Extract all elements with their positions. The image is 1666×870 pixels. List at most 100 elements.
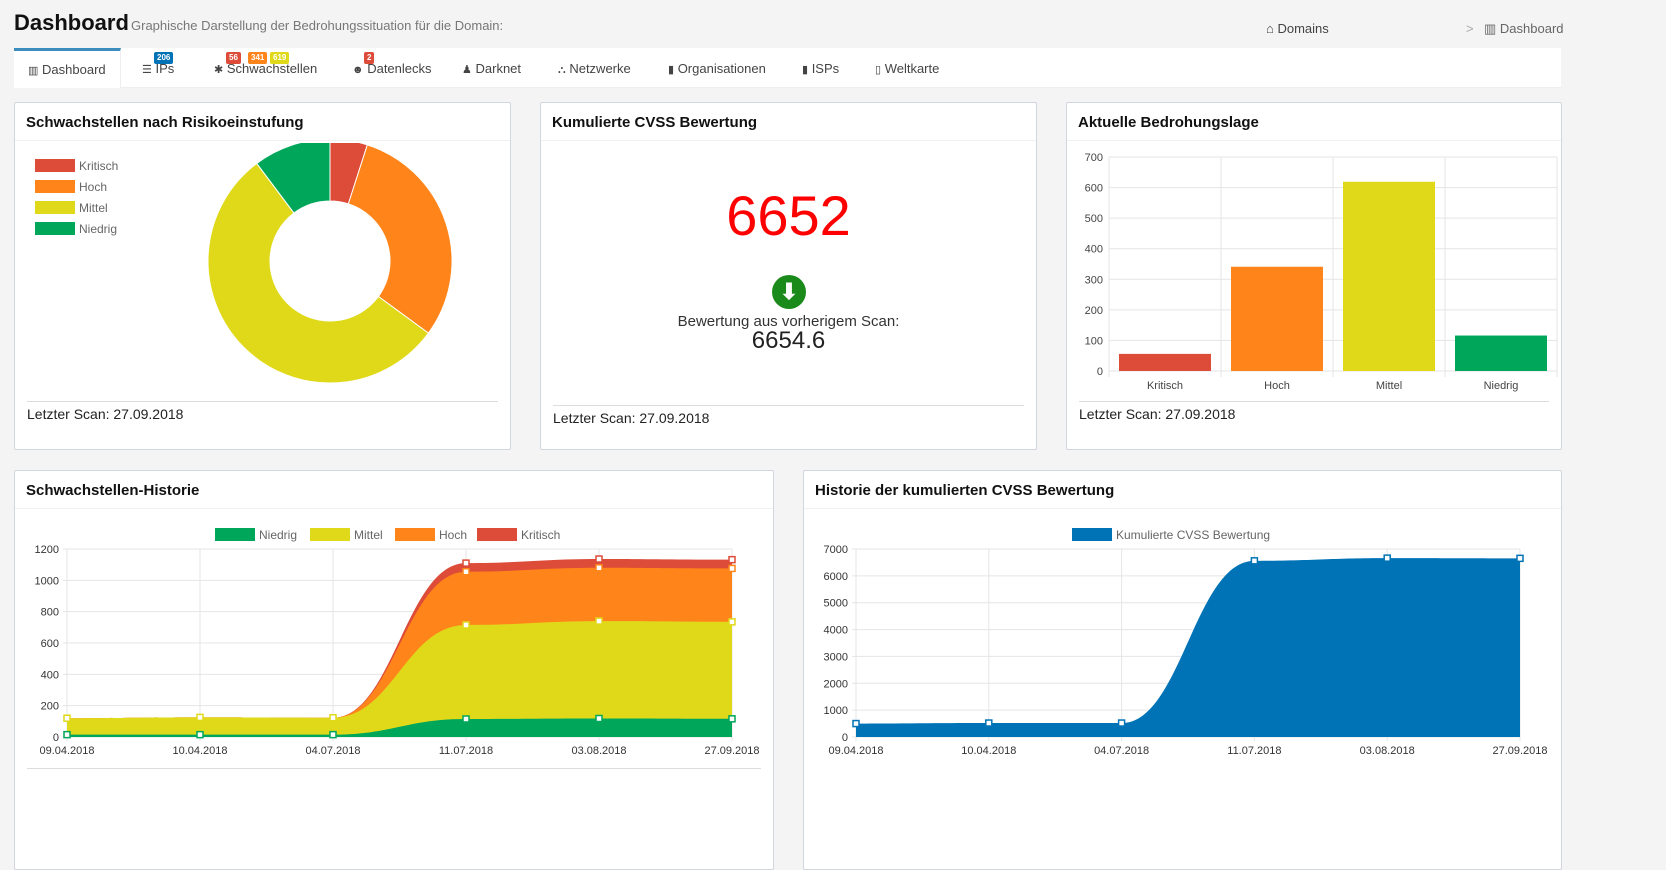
tab-weltkarte[interactable]: ▯ Weltkarte [867, 48, 947, 88]
cvss-score: 6652 [726, 184, 851, 247]
data-point [63, 730, 71, 739]
threat-panel: Aktuelle Bedrohungslage 0 100 200 300 400 500… [1066, 102, 1562, 450]
tab-netzwerke[interactable]: ⛬ Netzwerke [550, 48, 639, 88]
data-point [852, 719, 860, 728]
tab-darknet[interactable]: ♟ Darknet [454, 48, 529, 88]
breadcrumb-home-label: Domains [1277, 21, 1329, 36]
x-tick: 03.08.2018 [1360, 745, 1415, 757]
server-icon: ☰ [142, 64, 152, 76]
data-point [462, 715, 470, 723]
y-tick: 1000 [35, 575, 59, 587]
tab-schwachstellen[interactable]: ✱ Schwachstellen 56 341 619 [206, 48, 325, 88]
x-tick: 03.08.2018 [571, 745, 626, 757]
user-secret-icon: ♟ [462, 64, 472, 76]
y-tick: 200 [41, 701, 59, 713]
breadcrumb-separator: > [1466, 21, 1474, 36]
data-point [595, 555, 603, 563]
x-tick: 10.04.2018 [961, 745, 1016, 757]
bar-hoch [1231, 266, 1323, 371]
page-title: Dashboard [14, 10, 129, 35]
tab-label: Weltkarte [884, 61, 940, 76]
data-point [985, 719, 993, 727]
home-icon: ⌂ [1266, 21, 1274, 36]
threat-panel-title: Aktuelle Bedrohungslage [1067, 103, 1561, 141]
data-point [462, 621, 470, 629]
tab-dashboard[interactable]: ▥ Dashboard [14, 48, 121, 88]
count-badge: 2 [364, 52, 375, 64]
legend-swatch [35, 222, 75, 235]
arrow-down-icon: ⬇ [772, 275, 806, 309]
legend-label: Niedrig [259, 528, 297, 542]
data-point [63, 714, 71, 722]
x-tick: 09.04.2018 [828, 745, 883, 757]
building-icon: ▮ [668, 64, 675, 76]
previous-score: 6654.6 [751, 327, 826, 354]
data-point [196, 730, 204, 739]
legend-label: Kritisch [79, 159, 118, 173]
tab-isps[interactable]: ▮ ISPs [794, 48, 847, 88]
cvss-history-panel-title: Historie der kumulierten CVSS Bewertung [804, 471, 1561, 509]
breadcrumb-current: ▥ Dashboard [1484, 21, 1564, 37]
legend-label: Hoch [79, 180, 107, 194]
legend-label: Kumulierte CVSS Bewertung [1116, 528, 1270, 542]
risk-panel: Schwachstellen nach Risikoeinstufung Kri… [14, 102, 511, 450]
cvss-history-panel: Historie der kumulierten CVSS Bewertung … [803, 470, 1562, 870]
y-tick: 800 [41, 607, 59, 619]
count-badge: 206 [154, 52, 174, 64]
y-tick: 500 [1085, 213, 1103, 225]
y-tick: 600 [41, 638, 59, 650]
risk-panel-footer: Letzter Scan: 27.09.2018 [27, 401, 498, 422]
tab-organisationen[interactable]: ▮ Organisationen [660, 48, 774, 88]
x-tick: 27.09.2018 [704, 745, 759, 757]
tab-datenlecks[interactable]: ☻ Datenlecks 2 [344, 48, 440, 88]
data-point [728, 715, 736, 723]
data-point [329, 730, 337, 739]
x-tick: 27.09.2018 [1492, 745, 1547, 757]
page-subtitle: Graphische Darstellung der Bedrohungssit… [131, 18, 504, 33]
legend-swatch [215, 528, 255, 541]
legend-swatch [35, 159, 75, 172]
x-tick: Hoch [1264, 380, 1290, 392]
breadcrumb-home[interactable]: ⌂ Domains [1266, 21, 1329, 36]
x-tick: 04.07.2018 [305, 745, 360, 757]
risk-panel-title: Schwachstellen nach Risikoeinstufung [15, 103, 510, 141]
y-tick: 0 [1097, 366, 1103, 378]
tab-label: ISPs [811, 61, 840, 76]
x-tick: Niedrig [1484, 380, 1519, 392]
y-tick: 200 [1085, 305, 1103, 317]
data-point [1250, 557, 1259, 565]
threat-panel-footer: Letzter Scan: 27.09.2018 [1079, 401, 1549, 422]
y-tick: 0 [53, 732, 59, 744]
threat-bar-chart: 0 100 200 300 400 500 600 700 Kritisch Hoch Mittel… [1085, 152, 1558, 392]
tab-label: Netzwerke [569, 61, 631, 76]
data-point [595, 617, 603, 625]
bar-niedrig [1455, 335, 1547, 371]
legend-swatch [35, 201, 75, 214]
x-tick: 11.07.2018 [1227, 745, 1281, 757]
history-divider [27, 768, 761, 773]
legend-label: Hoch [439, 528, 467, 542]
bar-kritisch [1119, 353, 1211, 371]
count-badge: 341 [248, 52, 268, 64]
y-tick: 600 [1085, 183, 1103, 195]
y-tick: 7000 [824, 544, 848, 556]
map-icon: ▯ [875, 64, 882, 76]
data-point [196, 713, 204, 722]
y-tick: 1200 [35, 544, 59, 556]
data-point [728, 618, 736, 626]
x-tick: Kritisch [1147, 380, 1183, 392]
users-icon: ☻ [352, 64, 364, 76]
y-tick: 400 [1085, 244, 1103, 256]
y-tick: 6000 [824, 571, 848, 583]
y-tick: 700 [1085, 152, 1103, 164]
legend-label: Mittel [354, 528, 383, 542]
bug-icon: ✱ [214, 64, 224, 76]
tab-label: Dashboard [42, 62, 106, 77]
donut-slice-hoch [347, 144, 453, 334]
legend-label: Mittel [79, 201, 108, 215]
data-point [1516, 554, 1524, 563]
data-point [728, 564, 736, 573]
y-tick: 0 [842, 732, 848, 744]
tab-ips[interactable]: ☰ IPs 206 [134, 48, 182, 88]
data-point [1117, 719, 1126, 727]
